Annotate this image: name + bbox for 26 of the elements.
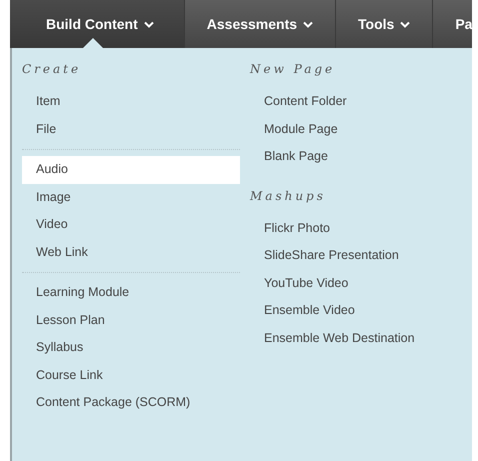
menu-item[interactable]: YouTube Video — [250, 270, 415, 297]
menu-item[interactable]: Audio — [22, 156, 240, 184]
menu-item[interactable]: Item — [22, 88, 240, 116]
menu-item[interactable]: Content Package (SCORM) — [22, 389, 240, 416]
menu-item[interactable]: Flickr Photo — [250, 214, 415, 242]
menu-item[interactable]: Lesson Plan — [22, 306, 240, 334]
chevron-down-icon — [303, 20, 314, 28]
menu-item[interactable]: Learning Module — [22, 279, 240, 306]
section-heading: New Page — [250, 61, 336, 78]
menu-item[interactable]: Ensemble Video — [250, 297, 415, 324]
menu-item[interactable]: Web Link — [22, 238, 240, 266]
menu-item[interactable]: Video — [22, 211, 240, 238]
chevron-down-icon — [400, 20, 410, 28]
menu-item[interactable]: Image — [22, 184, 240, 211]
nav-tab[interactable]: Build Content — [10, 0, 185, 48]
section-heading: Create — [22, 61, 82, 78]
menu-item[interactable]: Module Page — [250, 116, 415, 143]
menu-item[interactable]: Course Link — [22, 362, 240, 389]
section-heading: Mashups — [250, 188, 327, 204]
menu-item[interactable]: Syllabus — [22, 334, 240, 362]
menu-item[interactable]: SlideShare Presentation — [250, 242, 415, 270]
menu-item[interactable]: File — [22, 116, 240, 143]
menu-item[interactable]: Blank Page — [250, 143, 415, 170]
menu-item[interactable]: Content Folder — [250, 88, 415, 116]
chevron-down-icon — [144, 20, 154, 28]
menu-item[interactable]: Ensemble Web Destination — [250, 324, 415, 352]
